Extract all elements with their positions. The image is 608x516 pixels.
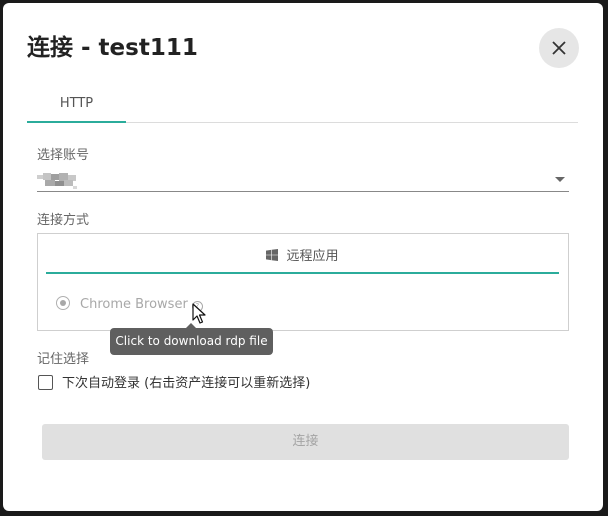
tooltip: Click to download rdp file (110, 323, 273, 355)
remote-app-label: 远程应用 (286, 249, 339, 264)
remember-label: 记住选择 (37, 352, 90, 367)
connect-dialog: 连接 - test111 HTTP 选择账号 连接方式 远程应用 Chrome … (3, 3, 603, 511)
chrome-browser-label: Chrome Browser (80, 297, 188, 312)
radio-selected[interactable] (56, 296, 70, 310)
auto-login-option[interactable]: 下次自动登录 (右击资产连接可以重新选择) (38, 375, 310, 393)
auto-login-checkbox[interactable] (38, 375, 53, 390)
account-label: 选择账号 (37, 148, 90, 163)
protocol-tabs: HTTP (27, 91, 578, 123)
auto-login-label: 下次自动登录 (右击资产连接可以重新选择) (62, 376, 311, 391)
obscured-account-value (37, 173, 81, 189)
dialog-title: 连接 - test111 (27, 35, 198, 61)
windows-icon (266, 249, 279, 261)
connect-button[interactable]: 连接 (42, 424, 569, 460)
mouse-cursor-icon (192, 303, 206, 324)
connect-method-panel: 远程应用 Chrome Browser? (37, 233, 569, 331)
tab-http[interactable]: HTTP (27, 91, 126, 123)
account-select[interactable] (37, 170, 569, 192)
chevron-down-icon (555, 177, 565, 182)
close-button[interactable] (539, 28, 579, 68)
close-icon (552, 41, 566, 55)
connect-method-label: 连接方式 (37, 213, 90, 228)
tab-remote-app[interactable]: 远程应用 (46, 244, 559, 274)
chrome-browser-option[interactable]: Chrome Browser? (56, 296, 203, 314)
